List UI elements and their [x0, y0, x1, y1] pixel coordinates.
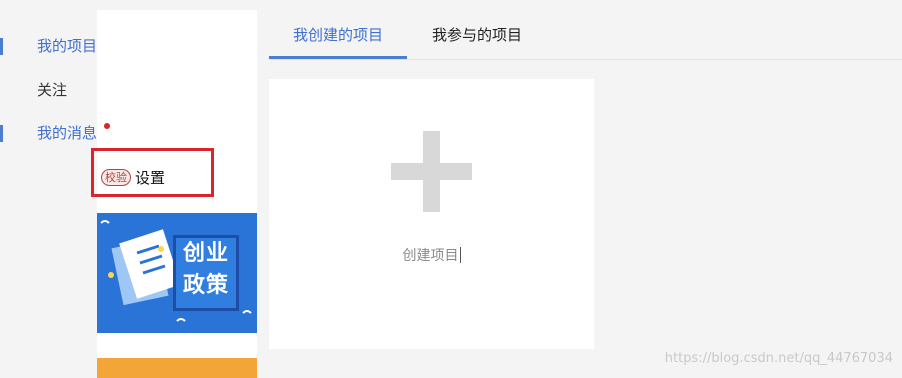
startup-policy-banner[interactable]: 创业 政策 [97, 213, 257, 333]
create-project-label: 创建项目 [402, 247, 461, 264]
watermark: https://blog.csdn.net/qq_44767034 [664, 351, 893, 366]
verify-badge: 校验 [101, 169, 131, 186]
sidebar-item-messages[interactable]: 我的消息 [0, 118, 160, 148]
sidebar-item-label: 关注 [37, 81, 68, 99]
plus-icon-bar [391, 163, 472, 180]
sidebar-item-my-projects[interactable]: 我的项目 [0, 31, 160, 61]
text-cursor [459, 247, 461, 263]
tab-participated-projects[interactable]: 我参与的项目 [419, 10, 535, 58]
banner-title: 创业 政策 [173, 235, 239, 311]
create-project-card[interactable]: 创建项目 [269, 79, 594, 349]
sidebar-item-follow[interactable]: 关注 [0, 75, 160, 105]
item-indicator [0, 125, 3, 142]
sidebar-item-settings[interactable]: 设置 [135, 165, 165, 191]
tab-my-created-projects[interactable]: 我创建的项目 [269, 10, 407, 59]
project-tabs: 我创建的项目 我参与的项目 [269, 10, 902, 60]
sidebar-item-label: 我的消息 [37, 124, 98, 142]
sidebar-item-label: 我的项目 [37, 37, 98, 55]
active-indicator [0, 38, 3, 55]
unread-dot [104, 123, 110, 129]
active-tab-underline [269, 56, 407, 59]
secondary-banner[interactable] [97, 358, 257, 378]
